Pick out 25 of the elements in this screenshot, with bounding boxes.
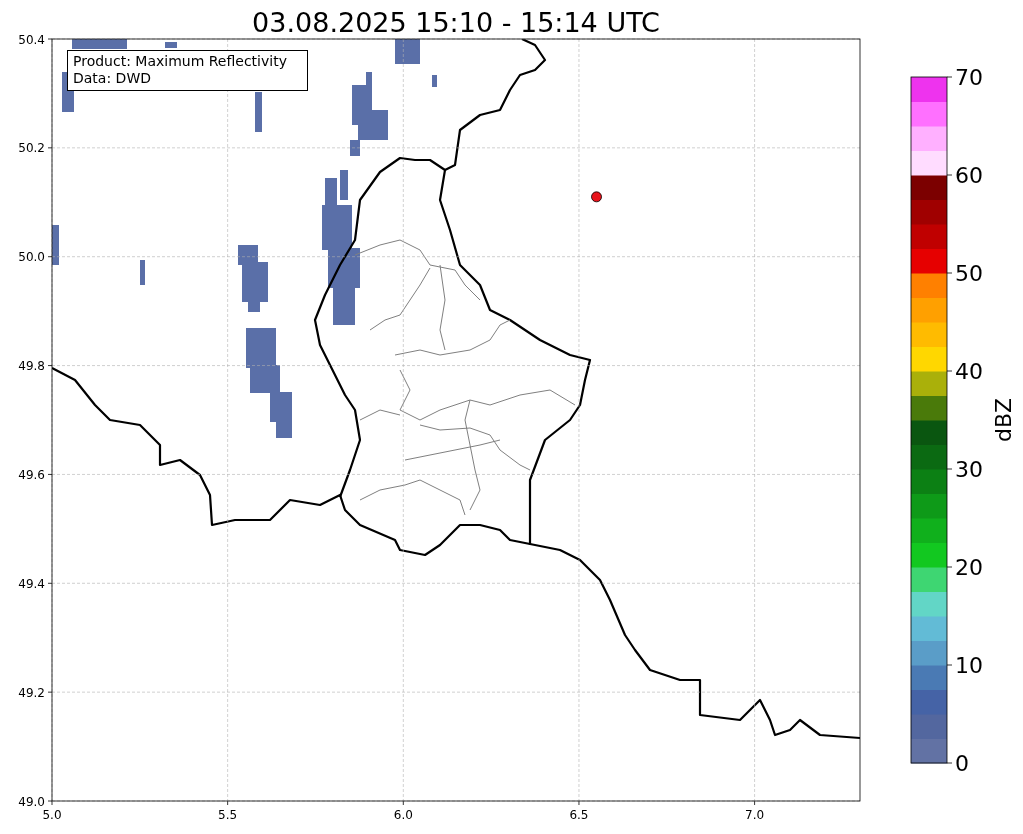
y-tick-label: 49.0 xyxy=(18,794,45,809)
x-tick-label: 7.0 xyxy=(745,808,765,822)
legend-text: Product: Maximum Reflectivity xyxy=(73,53,287,69)
x-tick-label: 6.0 xyxy=(393,808,413,822)
colorbar-label: dBZ xyxy=(991,397,1016,443)
x-tick-label: 5.5 xyxy=(218,808,238,822)
colorbar-tick-label: 0 xyxy=(955,751,969,776)
y-tick-label: 50.4 xyxy=(18,32,45,47)
colorbar-tick-label: 70 xyxy=(955,65,983,90)
y-tick-label: 49.2 xyxy=(18,685,45,700)
colorbar-tick-label: 30 xyxy=(955,457,983,482)
y-tick-label: 50.0 xyxy=(18,250,45,265)
chart-title: 03.08.2025 15:10 - 15:14 UTC xyxy=(251,6,661,38)
colorbar-tick-label: 40 xyxy=(955,359,983,384)
colorbar-tick-label: 50 xyxy=(955,261,983,286)
colorbar-tick-label: 10 xyxy=(955,653,983,678)
x-tick-label: 6.5 xyxy=(569,808,589,822)
y-tick-label: 49.6 xyxy=(18,467,45,482)
legend-text: Data: DWD xyxy=(73,70,151,86)
x-tick-label: 5.0 xyxy=(42,808,62,822)
y-tick-label: 50.2 xyxy=(18,141,45,156)
y-tick-label: 49.8 xyxy=(18,359,45,374)
colorbar-tick-label: 20 xyxy=(955,555,983,580)
colorbar-tick-label: 60 xyxy=(955,163,983,188)
y-tick-label: 49.4 xyxy=(18,576,45,591)
